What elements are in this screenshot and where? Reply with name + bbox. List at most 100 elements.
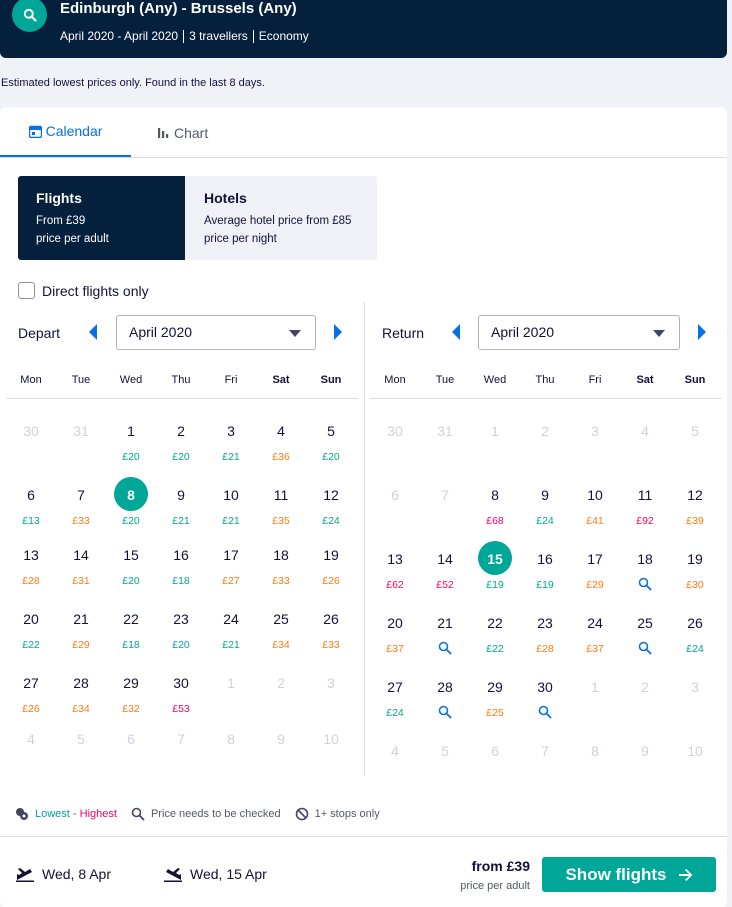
search-header[interactable]: Edinburgh (Any) - Brussels (Any) April 2… <box>0 0 727 58</box>
day-cell[interactable]: 12 £39 <box>670 475 720 537</box>
day-price: £31 <box>72 575 90 587</box>
day-cell[interactable]: 30 <box>520 667 570 729</box>
flights-card[interactable]: Flights From £39 price per adult <box>18 176 185 260</box>
day-number: 1 <box>227 675 235 691</box>
day-number: 4 <box>27 731 35 747</box>
depart-month-select[interactable]: April 2020 <box>116 315 316 350</box>
day-cell[interactable]: 27 £24 <box>370 667 420 729</box>
day-cell[interactable]: 13 £28 <box>6 535 56 597</box>
direct-flights-checkbox[interactable] <box>18 282 35 299</box>
day-cell[interactable]: 18 <box>620 539 670 601</box>
depart-next-button[interactable] <box>330 323 346 341</box>
day-price: £20 <box>122 575 140 587</box>
day-cell[interactable]: 17 £27 <box>206 535 256 597</box>
day-number: 28 <box>73 675 89 691</box>
day-cell[interactable]: 29 £32 <box>106 663 156 725</box>
day-price: £25 <box>486 707 504 719</box>
depart-prev-button[interactable] <box>85 323 101 341</box>
day-cell[interactable]: 10 £21 <box>206 475 256 537</box>
day-cell[interactable]: 8 £68 <box>470 475 520 537</box>
day-cell[interactable]: 2 £20 <box>156 411 206 473</box>
day-cell[interactable]: 22 £18 <box>106 599 156 661</box>
day-cell[interactable]: 15 £19 <box>470 539 520 601</box>
day-cell[interactable]: 24 £21 <box>206 599 256 661</box>
day-cell[interactable]: 17 £29 <box>570 539 620 601</box>
day-cell[interactable]: 23 £28 <box>520 603 570 665</box>
day-cell[interactable]: 11 £35 <box>256 475 306 537</box>
return-month-value: April 2020 <box>491 324 555 340</box>
tab-chart[interactable]: Chart <box>157 107 208 158</box>
day-price: £53 <box>172 703 190 715</box>
day-cell[interactable]: 20 £22 <box>6 599 56 661</box>
day-number: 30 <box>537 679 553 695</box>
day-price: £21 <box>172 515 190 527</box>
day-cell-muted: 1 <box>206 663 256 725</box>
day-cell-muted: 4 <box>370 731 420 793</box>
day-cell[interactable]: 9 £21 <box>156 475 206 537</box>
day-number: 6 <box>127 731 135 747</box>
day-cell[interactable]: 27 £26 <box>6 663 56 725</box>
day-cell[interactable]: 14 £31 <box>56 535 106 597</box>
return-prev-button[interactable] <box>448 323 464 341</box>
day-price: £26 <box>22 703 40 715</box>
search-button[interactable] <box>12 0 47 32</box>
day-cell[interactable]: 19 £26 <box>306 535 356 597</box>
day-cell[interactable]: 22 £22 <box>470 603 520 665</box>
day-cell[interactable]: 26 £33 <box>306 599 356 661</box>
direct-flights-toggle[interactable]: Direct flights only <box>18 282 149 299</box>
tab-calendar[interactable]: Calendar <box>0 107 131 158</box>
day-cell-muted: 7 <box>156 719 206 781</box>
day-cell[interactable]: 5 £20 <box>306 411 356 473</box>
day-cell[interactable]: 19 £30 <box>670 539 720 601</box>
day-cell[interactable]: 18 £33 <box>256 535 306 597</box>
day-number: 4 <box>641 423 649 439</box>
day-number: 5 <box>441 743 449 759</box>
day-cell[interactable]: 13 £62 <box>370 539 420 601</box>
show-flights-button[interactable]: Show flights <box>542 857 716 892</box>
day-cell[interactable]: 14 £52 <box>420 539 470 601</box>
return-month-select[interactable]: April 2020 <box>478 315 680 350</box>
day-number: 3 <box>691 679 699 695</box>
day-cell-muted: 7 <box>420 475 470 537</box>
weekday-thu: Thu <box>171 374 191 386</box>
day-cell[interactable]: 8 £20 <box>106 475 156 537</box>
day-cell[interactable]: 23 £20 <box>156 599 206 661</box>
weekday-sun: Sun <box>684 374 706 386</box>
day-price: £52 <box>436 579 454 591</box>
show-flights-label: Show flights <box>565 864 667 884</box>
day-cell[interactable]: 9 £24 <box>520 475 570 537</box>
day-cell[interactable]: 25 £34 <box>256 599 306 661</box>
day-cell[interactable]: 21 £29 <box>56 599 106 661</box>
return-next-button[interactable] <box>694 323 710 341</box>
day-cell[interactable]: 16 £19 <box>520 539 570 601</box>
day-cell[interactable]: 30 £53 <box>156 663 206 725</box>
day-cell[interactable]: 28 <box>420 667 470 729</box>
day-cell[interactable]: 29 £25 <box>470 667 520 729</box>
day-cell[interactable]: 6 £13 <box>6 475 56 537</box>
day-cell[interactable]: 26 £24 <box>670 603 720 665</box>
day-number: 25 <box>273 611 289 627</box>
day-cell[interactable]: 3 £21 <box>206 411 256 473</box>
day-number: 27 <box>387 679 403 695</box>
day-cell[interactable]: 24 £37 <box>570 603 620 665</box>
day-cell[interactable]: 4 £36 <box>256 411 306 473</box>
day-cell[interactable]: 12 £24 <box>306 475 356 537</box>
day-number: 17 <box>223 547 239 563</box>
day-cell[interactable]: 7 £33 <box>56 475 106 537</box>
day-cell[interactable]: 10 £41 <box>570 475 620 537</box>
day-cell-muted: 30 <box>6 411 56 473</box>
day-price: £22 <box>486 643 504 655</box>
day-cell[interactable]: 21 <box>420 603 470 665</box>
day-cell[interactable]: 1 £20 <box>106 411 156 473</box>
day-cell[interactable]: 20 £37 <box>370 603 420 665</box>
day-cell[interactable]: 15 £20 <box>106 535 156 597</box>
day-number: 19 <box>687 551 703 567</box>
day-cell[interactable]: 28 £34 <box>56 663 106 725</box>
day-cell[interactable]: 11 £92 <box>620 475 670 537</box>
day-cell[interactable]: 25 <box>620 603 670 665</box>
day-number: 14 <box>73 547 89 563</box>
hotels-card[interactable]: Hotels Average hotel price from £85 pric… <box>185 176 377 260</box>
chevron-right-icon <box>334 324 342 340</box>
day-number: 8 <box>227 731 235 747</box>
day-cell[interactable]: 16 £18 <box>156 535 206 597</box>
